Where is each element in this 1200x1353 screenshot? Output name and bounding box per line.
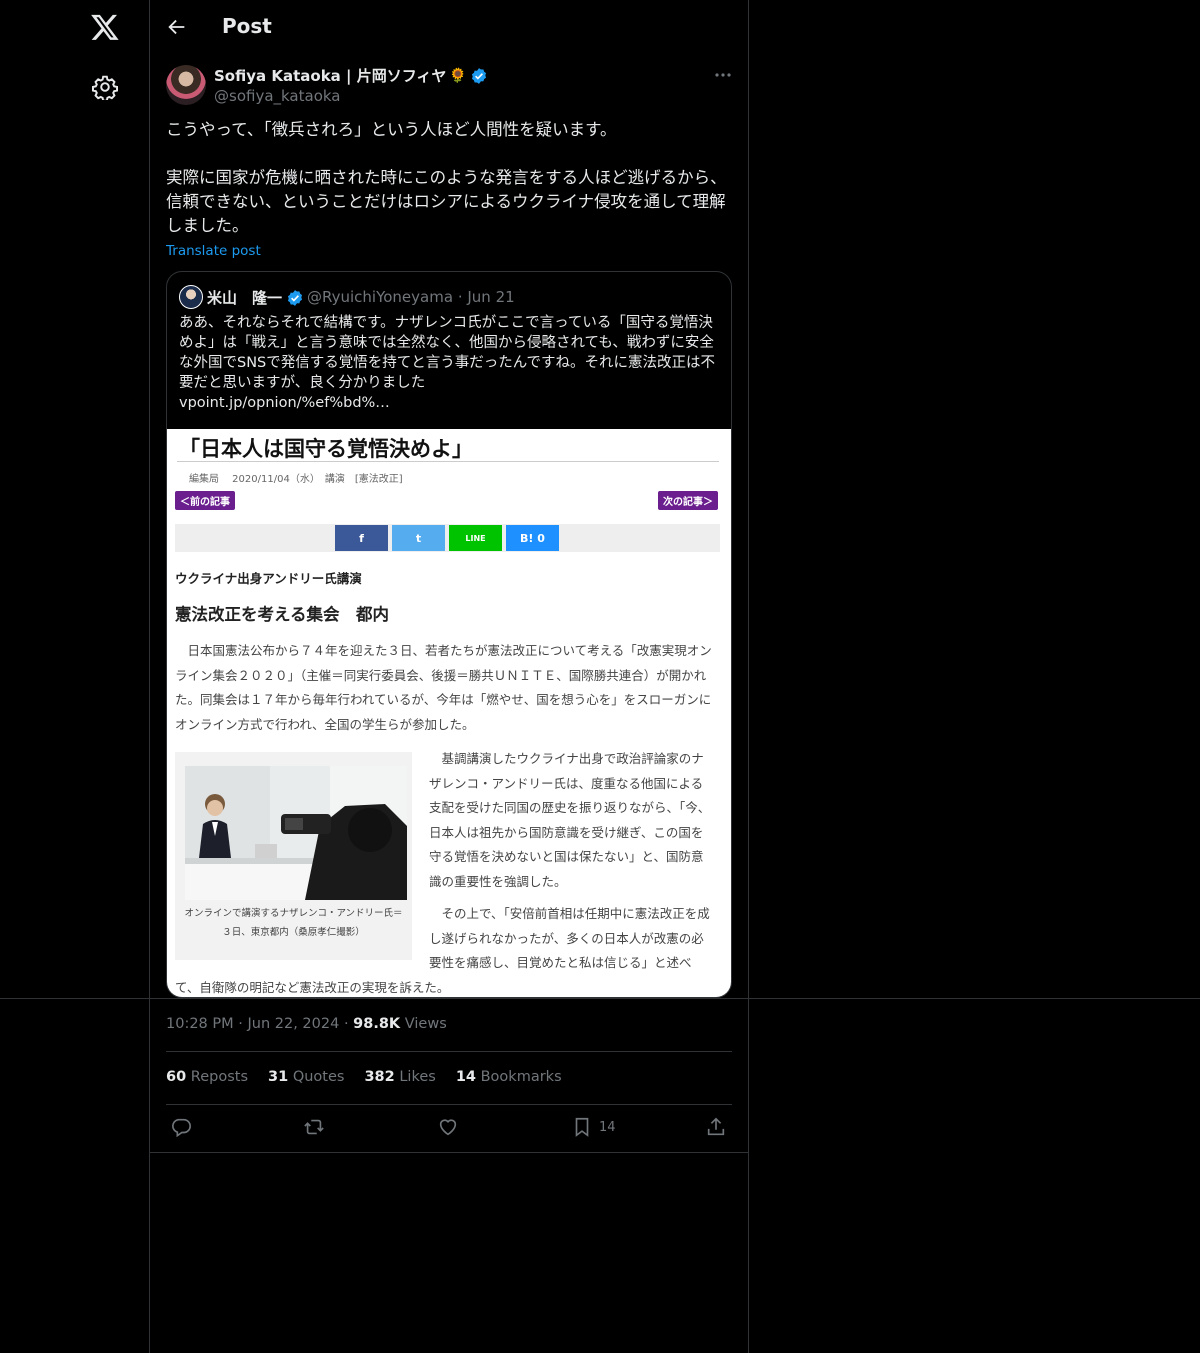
repost-button[interactable] bbox=[303, 1116, 325, 1138]
reposts-stat[interactable]: 60 Reposts bbox=[166, 1069, 248, 1085]
line-share-icon: LINE bbox=[449, 525, 502, 551]
avatar[interactable] bbox=[166, 65, 206, 105]
bookmark-icon bbox=[575, 1117, 589, 1137]
verified-badge-icon[interactable] bbox=[286, 289, 304, 307]
article-meta: 編集局 2020/11/04（水） 講演 [憲法改正] bbox=[189, 474, 403, 485]
quote-avatar[interactable] bbox=[179, 285, 203, 309]
author-name-text: Sofiya Kataoka | 片岡ソフィヤ bbox=[214, 67, 447, 85]
main-column: Post Sofiya Kataoka | 片岡ソフィヤ 🌻 @sofiya_k… bbox=[150, 0, 749, 1353]
facebook-share-icon: f bbox=[335, 525, 388, 551]
post-paragraph: こうやって、「徴兵されろ」という人ほど人間性を疑います。 bbox=[166, 120, 617, 139]
action-bar: 14 bbox=[166, 1116, 732, 1142]
article-paragraph: その上で、「安倍前首相は任期中に憲法改正を成し遂げられなかったが、多くの日本人が… bbox=[429, 906, 710, 970]
engagement-stats: 60 Reposts 31 Quotes 382 Likes 14 Bookma… bbox=[166, 1069, 562, 1085]
left-nav bbox=[0, 0, 150, 1353]
post-time[interactable]: 10:28 PM bbox=[166, 1016, 234, 1032]
quote-author-name[interactable]: 米山 隆一 bbox=[207, 287, 304, 308]
translate-post-link[interactable]: Translate post bbox=[166, 243, 261, 259]
separator-dot: · bbox=[343, 1016, 354, 1032]
separator-dot: · bbox=[457, 288, 468, 306]
post-paragraph: 実際に国家が危機に晒された時にこのような発言をする人ほど逃げるから、信頼できない… bbox=[166, 168, 727, 235]
author-handle[interactable]: @sofiya_kataoka bbox=[214, 87, 341, 105]
article-headline: 憲法改正を考える集会 都内 bbox=[175, 605, 390, 624]
divider bbox=[166, 1104, 732, 1105]
article-paragraph: 基調講演したウクライナ出身で政治評論家のナザレンコ・アンドリー氏は、度重なる他国… bbox=[429, 751, 711, 889]
post-date[interactable]: Jun 22, 2024 bbox=[247, 1016, 339, 1032]
bookmarks-stat[interactable]: 14 Bookmarks bbox=[456, 1069, 562, 1085]
article-photo-figure: オンラインで講演するナザレンコ・アンドリー氏＝３日、東京都内（桑原孝仁撮影） bbox=[175, 752, 412, 960]
prev-article-button: ＜前の記事 bbox=[175, 491, 235, 510]
reply-button[interactable] bbox=[170, 1116, 192, 1138]
page-title: Post bbox=[222, 14, 272, 38]
quote-text: ああ、それならそれで結構です。ナザレンコ氏がここで言っている「国守る覚悟決めよ」… bbox=[179, 313, 719, 413]
share-button[interactable] bbox=[705, 1116, 727, 1138]
article-title: 「日本人は国守る覚悟決めよ」 bbox=[179, 437, 473, 461]
heart-icon bbox=[439, 1119, 457, 1136]
post-text: こうやって、「徴兵されろ」という人ほど人間性を疑います。 実際に国家が危機に晒さ… bbox=[166, 118, 732, 262]
likes-stat[interactable]: 382 Likes bbox=[364, 1069, 435, 1085]
quote-handle[interactable]: @RyuichiYoneyama bbox=[307, 288, 453, 306]
quote-link[interactable]: vpoint.jp/opnion/%ef%bd%… bbox=[179, 395, 390, 411]
divider bbox=[0, 998, 1200, 999]
views-count: 98.8K bbox=[353, 1016, 401, 1032]
repost-icon bbox=[304, 1119, 324, 1135]
more-options-icon[interactable] bbox=[712, 66, 734, 84]
quotes-label: Quotes bbox=[292, 1069, 345, 1085]
like-button[interactable] bbox=[437, 1116, 459, 1138]
hatena-bookmark-icon: B! 0 bbox=[506, 525, 559, 551]
bookmarks-label: Bookmarks bbox=[480, 1069, 562, 1085]
divider bbox=[150, 1152, 748, 1153]
sunflower-emoji: 🌻 bbox=[449, 67, 467, 84]
quote-body: ああ、それならそれで結構です。ナザレンコ氏がここで言っている「国守る覚悟決めよ」… bbox=[179, 315, 716, 391]
quoted-post[interactable]: 米山 隆一 @RyuichiYoneyama · Jun 21 ああ、それならそ… bbox=[166, 271, 732, 998]
article-paragraph: 日本国憲法公布から７４年を迎えた３日、若者たちが憲法改正について考える「改憲実現… bbox=[175, 643, 712, 732]
article-subtitle: ウクライナ出身アンドリー氏講演 bbox=[175, 571, 362, 586]
views-label: Views bbox=[404, 1016, 447, 1032]
likes-count: 382 bbox=[364, 1069, 395, 1085]
x-logo-icon[interactable] bbox=[90, 12, 120, 42]
divider bbox=[166, 1051, 732, 1052]
photo-caption: オンラインで講演するナザレンコ・アンドリー氏＝３日、東京都内（桑原孝仁撮影） bbox=[184, 908, 403, 938]
verified-badge-icon[interactable] bbox=[470, 67, 488, 85]
quote-date[interactable]: Jun 21 bbox=[467, 288, 514, 306]
share-bar: f t LINE B! 0 bbox=[175, 524, 720, 552]
back-arrow-icon[interactable] bbox=[166, 16, 188, 38]
quote-author-name-text: 米山 隆一 bbox=[207, 289, 283, 307]
reposts-count: 60 bbox=[166, 1069, 187, 1085]
bookmarks-count: 14 bbox=[455, 1069, 476, 1085]
reply-icon bbox=[172, 1118, 191, 1138]
reposts-label: Reposts bbox=[190, 1069, 249, 1085]
quotes-stat[interactable]: 31 Quotes bbox=[268, 1069, 344, 1085]
quote-meta: @RyuichiYoneyama · Jun 21 bbox=[307, 288, 515, 306]
share-icon bbox=[707, 1117, 725, 1136]
likes-label: Likes bbox=[399, 1069, 436, 1085]
page-header: Post bbox=[150, 0, 748, 54]
twitter-share-icon: t bbox=[392, 525, 445, 551]
bookmark-button[interactable]: 14 bbox=[571, 1116, 616, 1138]
article-photo bbox=[185, 766, 407, 900]
author-name[interactable]: Sofiya Kataoka | 片岡ソフィヤ 🌻 bbox=[214, 65, 488, 86]
article-divider bbox=[177, 461, 719, 462]
article-paragraph: て、自衛隊の明記など憲法改正の実現を訴えた。 bbox=[175, 980, 450, 995]
quote-image[interactable]: 「日本人は国守る覚悟決めよ」 編集局 2020/11/04（水） 講演 [憲法改… bbox=[167, 429, 731, 997]
next-article-button: 次の記事＞ bbox=[658, 491, 718, 510]
quotes-count: 31 bbox=[268, 1069, 289, 1085]
post-timestamp: 10:28 PM · Jun 22, 2024 · 98.8K Views bbox=[166, 1016, 447, 1032]
bookmark-count: 14 bbox=[599, 1119, 616, 1135]
gear-icon[interactable] bbox=[92, 74, 118, 100]
